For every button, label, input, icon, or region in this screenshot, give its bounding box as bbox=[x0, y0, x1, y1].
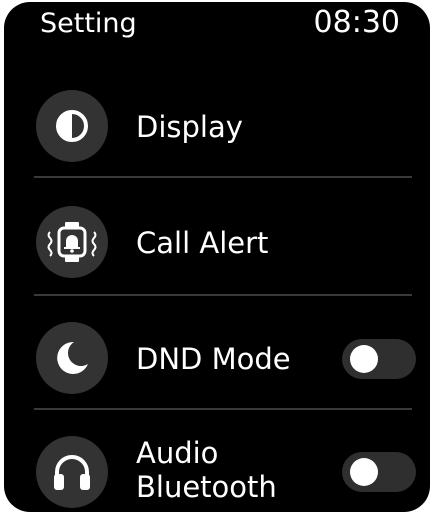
dnd-icon-circle bbox=[36, 322, 108, 394]
dnd-mode-toggle[interactable] bbox=[342, 339, 416, 379]
call-alert-icon-circle bbox=[36, 206, 108, 278]
headphones-icon bbox=[54, 455, 90, 490]
display-icon-circle bbox=[36, 90, 108, 162]
watch-vibrate-bell-icon bbox=[47, 222, 97, 262]
status-bar: Setting 08:30 bbox=[4, 2, 430, 50]
clock: 08:30 bbox=[313, 5, 400, 40]
settings-item-label: Display bbox=[136, 110, 243, 144]
settings-item-call-alert[interactable]: Call Alert bbox=[4, 192, 430, 292]
audio-bluetooth-toggle[interactable] bbox=[342, 452, 416, 492]
toggle-knob bbox=[350, 345, 378, 373]
watch-screen: Setting 08:30 Display Call Alert DND Mod… bbox=[4, 2, 430, 512]
settings-item-label: Audio Bluetooth bbox=[136, 436, 277, 504]
toggle-knob bbox=[350, 458, 378, 486]
moon-icon bbox=[57, 341, 88, 374]
settings-item-label: DND Mode bbox=[136, 342, 291, 376]
settings-item-audio-bluetooth[interactable]: Audio Bluetooth bbox=[4, 422, 430, 512]
screen-title: Setting bbox=[40, 8, 137, 39]
divider bbox=[34, 408, 412, 410]
settings-item-display[interactable]: Display bbox=[4, 76, 430, 176]
settings-item-label: Call Alert bbox=[136, 226, 269, 260]
contrast-icon bbox=[56, 110, 88, 142]
divider bbox=[34, 294, 412, 296]
audio-bluetooth-icon-circle bbox=[36, 436, 108, 508]
settings-item-dnd-mode[interactable]: DND Mode bbox=[4, 308, 430, 408]
divider bbox=[34, 176, 412, 178]
